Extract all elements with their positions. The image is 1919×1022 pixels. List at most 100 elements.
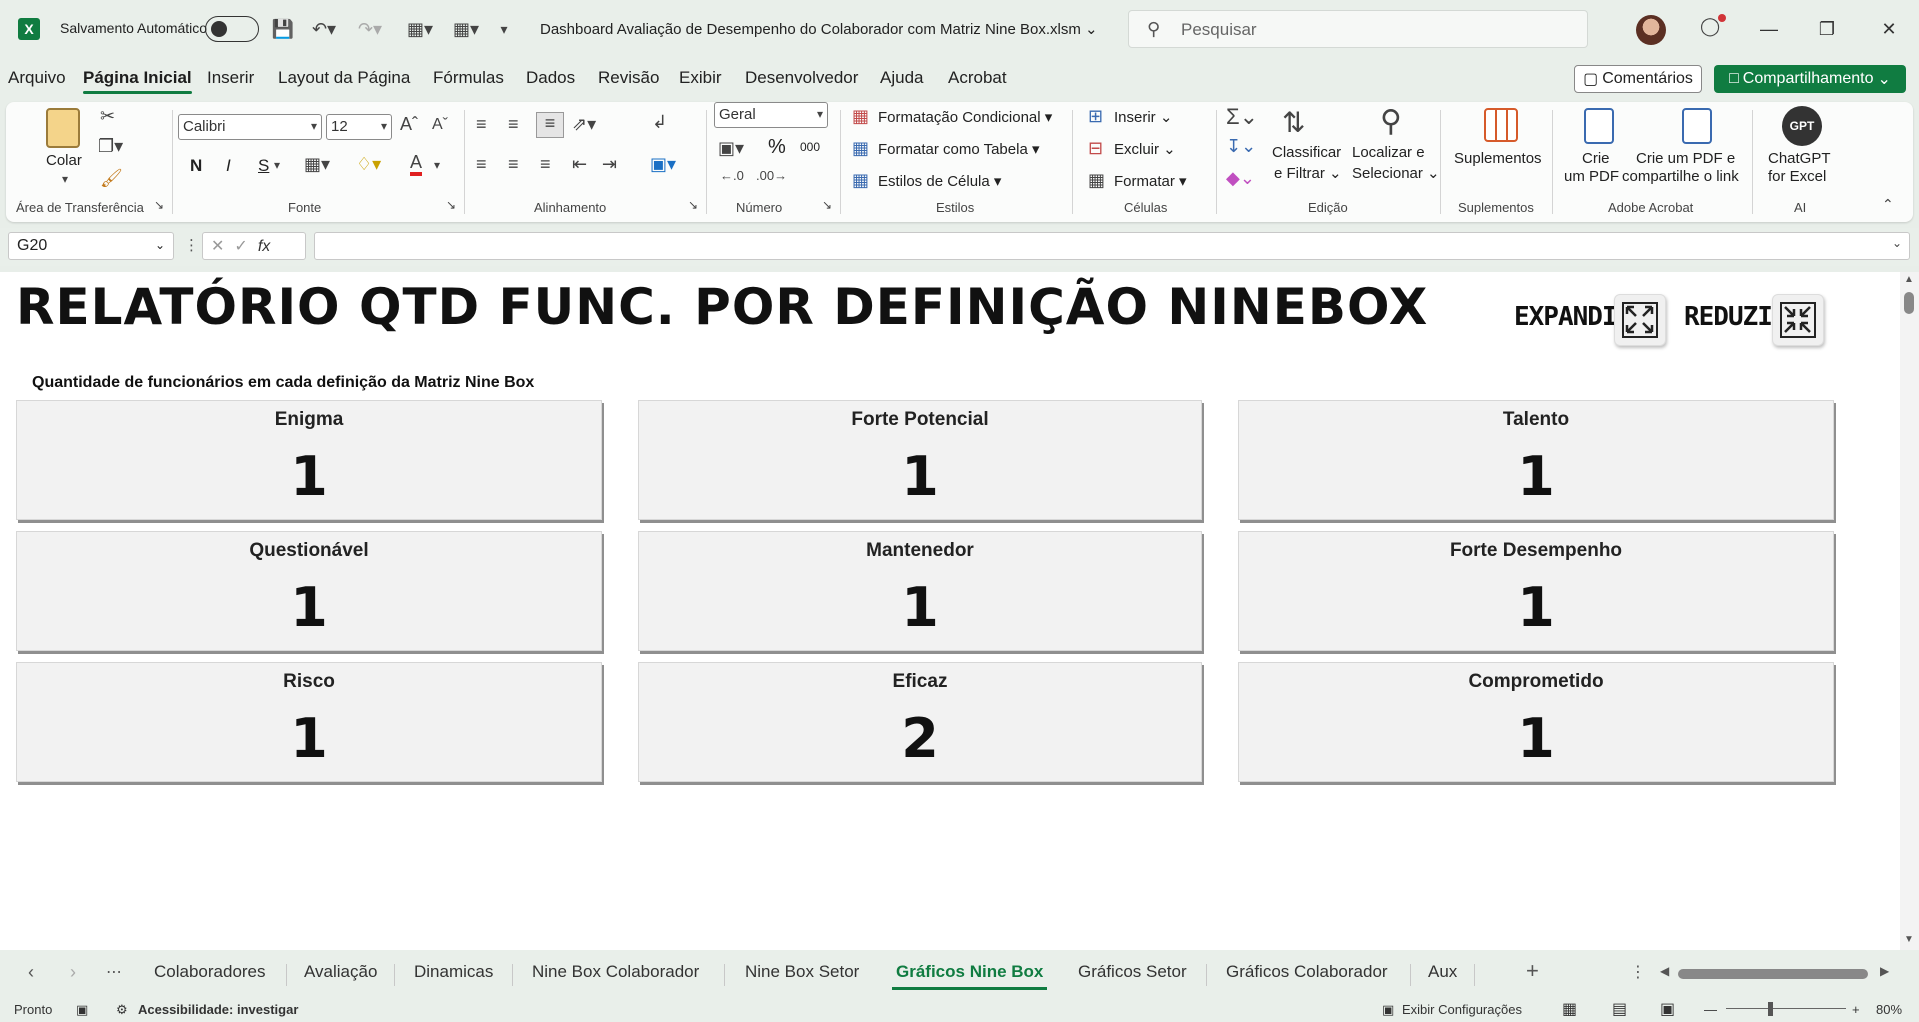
cancel-icon[interactable]: ✕ bbox=[211, 238, 234, 255]
fill-color-icon[interactable]: ♢▾ bbox=[356, 154, 381, 175]
scroll-thumb[interactable] bbox=[1678, 969, 1868, 979]
chevron-down-icon[interactable]: ▾ bbox=[62, 172, 68, 186]
wrap-text-icon[interactable]: ↲ bbox=[652, 112, 667, 133]
increase-decimal-icon[interactable]: ←.0 bbox=[720, 168, 744, 183]
create-pdf-label-2[interactable]: um PDF bbox=[1564, 168, 1619, 185]
format-as-table-icon[interactable]: ▦ bbox=[852, 138, 869, 159]
autosave-toggle[interactable] bbox=[205, 16, 259, 42]
menu-revisao[interactable]: Revisão bbox=[598, 68, 659, 88]
format-cells-icon[interactable]: ▦ bbox=[1088, 170, 1105, 191]
delete-cells-icon[interactable]: ⊟ bbox=[1088, 138, 1103, 159]
autosum-icon[interactable]: Σ⌄ bbox=[1226, 104, 1258, 130]
tab-graficos-colaborador[interactable]: Gráficos Colaborador bbox=[1226, 962, 1388, 982]
merge-center-icon[interactable]: ▣▾ bbox=[650, 154, 676, 175]
format-as-table-button[interactable]: Formatar como Tabela ▾ bbox=[878, 140, 1040, 158]
scroll-up-icon[interactable]: ▲ bbox=[1904, 274, 1914, 285]
align-left-icon[interactable]: ≡ bbox=[476, 154, 487, 175]
align-top-icon[interactable]: ≡ bbox=[476, 114, 487, 135]
underline-button[interactable]: S bbox=[258, 156, 269, 176]
tab-aux[interactable]: Aux bbox=[1428, 962, 1457, 982]
chevron-down-icon[interactable]: ▾ bbox=[434, 158, 440, 172]
paste-label[interactable]: Colar bbox=[46, 152, 82, 169]
align-center-icon[interactable]: ≡ bbox=[508, 154, 519, 175]
menu-layout-pagina[interactable]: Layout da Página bbox=[278, 68, 410, 88]
dialog-launcher-icon[interactable]: ↘ bbox=[446, 198, 456, 212]
zoom-level[interactable]: 80% bbox=[1876, 1002, 1902, 1017]
search-box[interactable]: ⚲ bbox=[1128, 10, 1588, 48]
macro-record-icon[interactable]: ▣ bbox=[76, 1002, 88, 1018]
conditional-format-icon[interactable]: ▦ bbox=[852, 106, 869, 127]
chevron-right-icon[interactable]: › bbox=[70, 962, 76, 983]
accessibility-icon[interactable]: ⚙ bbox=[116, 1002, 128, 1018]
fill-icon[interactable]: ↧⌄ bbox=[1226, 136, 1256, 157]
name-box[interactable]: G20 ⌄ bbox=[8, 232, 174, 260]
chevron-left-icon[interactable]: ‹ bbox=[28, 962, 34, 983]
dialog-launcher-icon[interactable]: ↘ bbox=[688, 198, 698, 212]
clear-icon[interactable]: ◆⌄ bbox=[1226, 168, 1255, 189]
menu-formulas[interactable]: Fórmulas bbox=[433, 68, 504, 88]
font-size-combo[interactable]: 12 ▾ bbox=[326, 114, 392, 140]
save-icon[interactable]: 💾 bbox=[270, 16, 296, 42]
sort-filter-label-2[interactable]: e Filtrar ⌄ bbox=[1274, 164, 1342, 182]
menu-ajuda[interactable]: Ajuda bbox=[880, 68, 923, 88]
create-pdf-icon[interactable] bbox=[1584, 108, 1614, 144]
italic-button[interactable]: I bbox=[226, 156, 231, 176]
search-input[interactable] bbox=[1181, 18, 1561, 42]
menu-pagina-inicial[interactable]: Página Inicial bbox=[83, 68, 192, 94]
scroll-left-icon[interactable]: ◀ bbox=[1660, 964, 1669, 978]
comments-button[interactable]: ▢ Comentários bbox=[1574, 65, 1702, 93]
add-sheet-icon[interactable]: + bbox=[1526, 958, 1539, 984]
expand-button[interactable] bbox=[1614, 294, 1666, 346]
more-options-icon[interactable]: ⋮ bbox=[184, 236, 199, 254]
zoom-slider-track[interactable] bbox=[1726, 1008, 1846, 1009]
zoom-out-icon[interactable]: — bbox=[1704, 1002, 1717, 1017]
decrease-font-icon[interactable]: Aˇ bbox=[432, 116, 448, 134]
menu-desenvolvedor[interactable]: Desenvolvedor bbox=[745, 68, 858, 88]
avatar[interactable] bbox=[1636, 15, 1666, 45]
insert-cells-icon[interactable]: ⊞ bbox=[1088, 106, 1103, 127]
minimize-icon[interactable]: — bbox=[1754, 14, 1784, 44]
menu-exibir[interactable]: Exibir bbox=[679, 68, 722, 88]
thousands-button[interactable]: 000 bbox=[800, 140, 820, 154]
find-label-1[interactable]: Localizar e bbox=[1352, 144, 1425, 161]
cut-icon[interactable]: ✂ bbox=[100, 106, 115, 127]
font-name-combo[interactable]: Calibri ▾ bbox=[178, 114, 322, 140]
insert-cells-button[interactable]: Inserir ⌄ bbox=[1114, 108, 1172, 126]
reduce-button[interactable] bbox=[1772, 294, 1824, 346]
share-pdf-label-1[interactable]: Crie um PDF e bbox=[1636, 150, 1735, 167]
scroll-thumb[interactable] bbox=[1904, 292, 1914, 314]
vertical-scrollbar[interactable]: ▲ ▼ bbox=[1900, 272, 1919, 950]
align-bottom-icon[interactable]: ≡ bbox=[536, 112, 564, 138]
redo-icon[interactable]: ↷▾ bbox=[352, 16, 388, 42]
formula-input[interactable] bbox=[314, 232, 1910, 260]
cell-styles-button[interactable]: Estilos de Célula ▾ bbox=[878, 172, 1001, 190]
increase-indent-icon[interactable]: ⇥ bbox=[602, 154, 617, 175]
cell-styles-icon[interactable]: ▦ bbox=[852, 170, 869, 191]
delete-cells-button[interactable]: Excluir ⌄ bbox=[1114, 140, 1176, 158]
find-icon[interactable]: ⚲ bbox=[1380, 104, 1402, 139]
tab-nine-box-colaborador[interactable]: Nine Box Colaborador bbox=[532, 962, 699, 982]
decrease-indent-icon[interactable]: ⇤ bbox=[572, 154, 587, 175]
scroll-down-icon[interactable]: ▼ bbox=[1904, 934, 1914, 945]
worksheet[interactable]: RELATÓRIO QTD FUNC. POR DEFINIÇÃO NINEBO… bbox=[0, 272, 1900, 950]
enter-icon[interactable]: ✓ bbox=[234, 238, 257, 255]
horizontal-scrollbar[interactable]: ◀ ▶ bbox=[1660, 964, 1892, 982]
tab-avaliacao[interactable]: Avaliação bbox=[304, 962, 377, 982]
menu-inserir[interactable]: Inserir bbox=[207, 68, 254, 88]
close-icon[interactable]: ✕ bbox=[1874, 14, 1904, 44]
orientation-icon[interactable]: ⇗▾ bbox=[572, 114, 596, 135]
page-layout-icon[interactable]: ▤ bbox=[1612, 999, 1627, 1019]
chatgpt-icon[interactable]: GPT bbox=[1782, 106, 1822, 146]
display-settings-icon[interactable]: ▣ bbox=[1382, 1002, 1394, 1018]
decrease-decimal-icon[interactable]: .00→ bbox=[756, 168, 787, 183]
chatgpt-label-1[interactable]: ChatGPT bbox=[1768, 150, 1831, 167]
expand-formula-icon[interactable]: ⌄ bbox=[1892, 236, 1902, 250]
sort-filter-label-1[interactable]: Classificar bbox=[1272, 144, 1341, 161]
insert-function-icon[interactable]: fx bbox=[258, 238, 270, 255]
more-tabs-icon[interactable]: ⋯ bbox=[106, 962, 122, 982]
share-pdf-icon[interactable] bbox=[1682, 108, 1712, 144]
number-format-combo[interactable]: Geral ▾ bbox=[714, 102, 828, 128]
currency-icon[interactable]: ▣▾ bbox=[718, 138, 744, 159]
normal-view-icon[interactable]: ▦ bbox=[1562, 999, 1577, 1019]
paste-icon[interactable] bbox=[46, 108, 80, 148]
